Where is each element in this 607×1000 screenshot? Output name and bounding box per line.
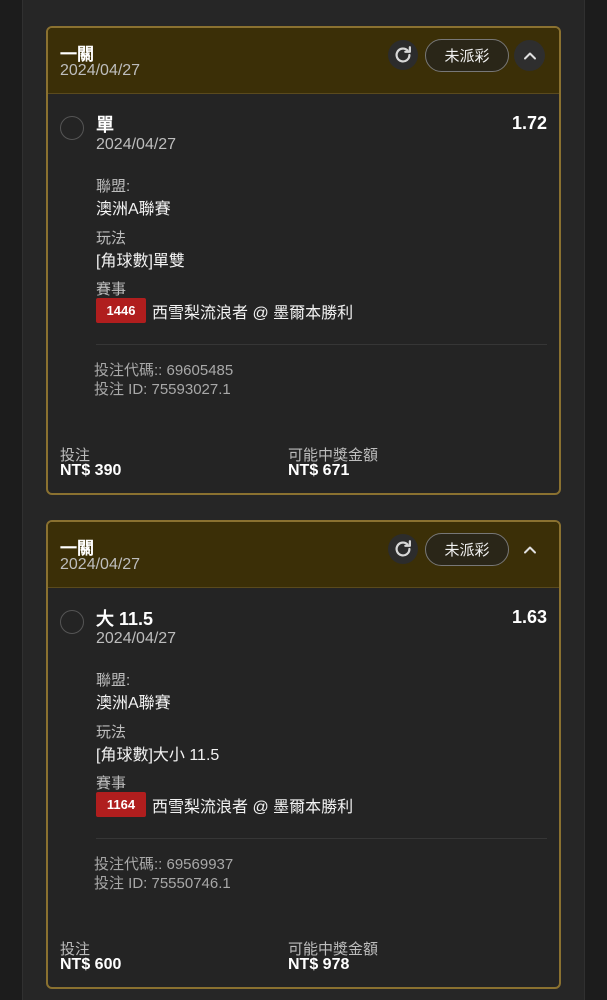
chevron-up-icon	[523, 546, 536, 553]
league-value: 澳洲A聯賽	[96, 695, 171, 712]
bet-card-header[interactable]: 一關 2024/04/27 未派彩	[48, 522, 559, 588]
event-id-badge: 1164	[96, 792, 146, 817]
radio-circle[interactable]	[60, 116, 84, 140]
league-value: 澳洲A聯賽	[96, 201, 171, 218]
event-label: 賽事	[96, 775, 127, 792]
selection-date: 2024/04/27	[96, 136, 177, 153]
event-label: 賽事	[96, 281, 127, 298]
bet-id: 投注 ID: 75593027.1	[94, 381, 231, 398]
market-label: 玩法	[96, 230, 127, 247]
payout-value: NT$ 671	[288, 462, 350, 479]
status-badge: 未派彩	[425, 533, 509, 566]
refresh-button[interactable]	[388, 534, 418, 564]
bet-date: 2024/04/27	[60, 62, 141, 79]
selection-date: 2024/04/27	[96, 630, 177, 647]
market-label: 玩法	[96, 724, 127, 741]
event-name: 西雪梨流浪者 @ 墨爾本勝利	[152, 798, 354, 816]
status-badge: 未派彩	[425, 39, 509, 72]
bet-date: 2024/04/27	[60, 556, 141, 573]
radio-circle[interactable]	[60, 610, 84, 634]
event-row: 1164 西雪梨流浪者 @ 墨爾本勝利	[96, 792, 353, 817]
event-id-badge: 1446	[96, 298, 146, 323]
payout-value: NT$ 978	[288, 956, 350, 973]
market-value: [角球數]大小 11.5	[96, 747, 220, 764]
stake-value: NT$ 390	[60, 462, 122, 479]
bet-card: 一關 2024/04/27 未派彩 大 11.5 1.63 2024/04/27…	[46, 520, 561, 989]
bet-code: 投注代碼:: 69569937	[94, 856, 234, 873]
chevron-up-icon	[523, 52, 536, 59]
refresh-button[interactable]	[388, 40, 418, 70]
collapse-button[interactable]	[514, 534, 545, 565]
refresh-icon	[395, 540, 411, 557]
bet-card: 一關 2024/04/27 未派彩 單 1.72 2024/04/27 聯盟: …	[46, 26, 561, 495]
divider	[96, 838, 547, 839]
bet-odds: 1.72	[511, 113, 547, 133]
event-row: 1446 西雪梨流浪者 @ 墨爾本勝利	[96, 298, 353, 323]
league-label: 聯盟:	[96, 178, 131, 195]
divider	[96, 344, 547, 345]
stake-value: NT$ 600	[60, 956, 122, 973]
league-label: 聯盟:	[96, 672, 131, 689]
market-value: [角球數]單雙	[96, 253, 185, 270]
event-name: 西雪梨流浪者 @ 墨爾本勝利	[152, 304, 354, 322]
bet-selection: 大 11.5	[96, 609, 154, 629]
collapse-button[interactable]	[514, 40, 545, 71]
bet-id: 投注 ID: 75550746.1	[94, 875, 231, 892]
bet-selection: 單	[96, 115, 114, 135]
bet-code: 投注代碼:: 69605485	[94, 362, 234, 379]
bet-odds: 1.63	[511, 607, 547, 627]
bet-card-header[interactable]: 一關 2024/04/27 未派彩	[48, 28, 559, 94]
refresh-icon	[395, 46, 411, 63]
